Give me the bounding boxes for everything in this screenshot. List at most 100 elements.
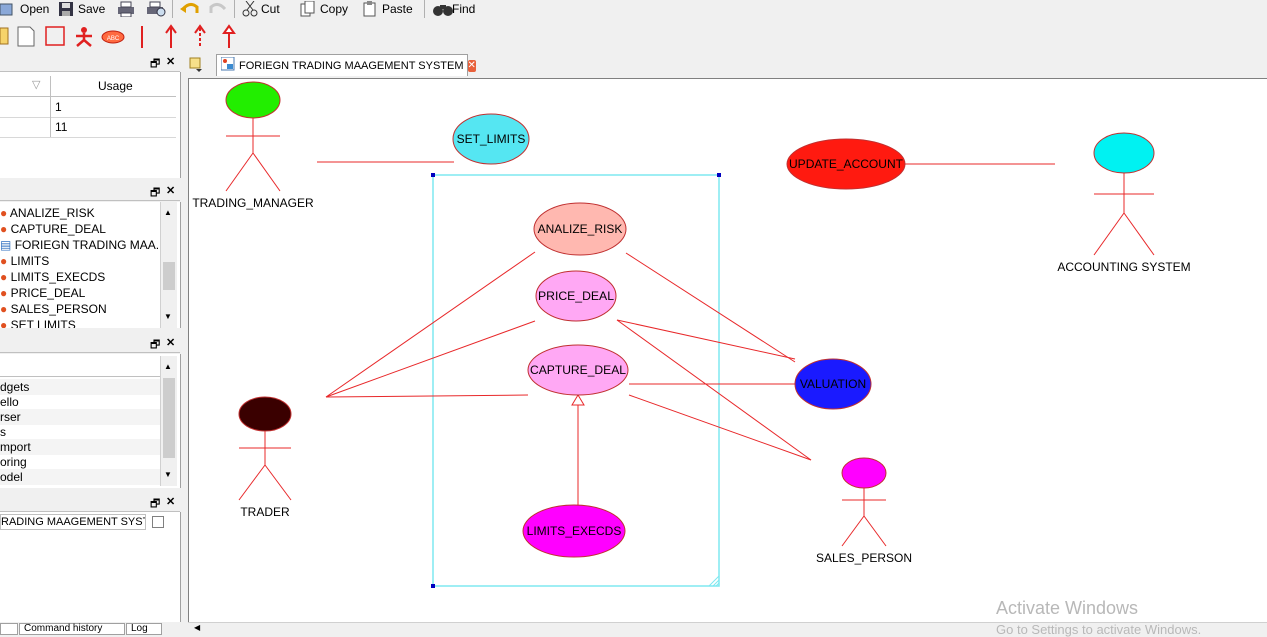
close-icon[interactable]: ✕ [166,495,175,508]
plugins-panel: dgets ello rser s mport oring odel ▲ ▼ [0,354,181,488]
list-item[interactable]: ello [0,394,160,410]
print-preview-button[interactable] [145,0,166,18]
tab-first[interactable] [0,623,18,635]
restore-icon[interactable]: 🗗 [150,184,160,203]
tree-item[interactable]: ● PRICE_DEAL [0,285,85,301]
tree-item[interactable]: ● SALES_PERSON [0,301,107,317]
save-button[interactable]: Save [58,0,105,18]
usage-cell: 1 [55,100,62,114]
paste-icon [362,1,378,17]
close-icon[interactable]: ✕ [166,184,175,197]
tree-item[interactable]: ● ANALIZE_RISK [0,205,95,221]
close-icon[interactable]: ✕ [166,336,175,349]
properties-panel-header: 🗗 ✕ [0,53,180,72]
main-toolbar: Open Save Cut Copy Paste Find [0,0,1267,20]
scroll-up-icon[interactable]: ▲ [164,362,172,371]
table-row[interactable]: 11 [0,117,176,138]
generalization-arrowhead [571,394,585,406]
list-item[interactable]: dgets [0,379,160,395]
cut-label: Cut [261,2,280,16]
scroll-left-icon[interactable]: ◀ [194,623,200,632]
copy-button[interactable]: Copy [300,0,348,18]
usecase-tool-icon[interactable]: ABC [101,30,125,44]
paste-label: Paste [382,2,413,16]
diagram-list-item[interactable]: RADING MAAGEMENT SYSTEM [0,514,146,530]
actor-trader[interactable] [238,396,292,501]
usage-column-header[interactable]: Usage [98,79,133,93]
tree-item[interactable]: ▤ FORIEGN TRADING MAA... [0,237,166,253]
generalization-tool-icon[interactable] [222,24,236,48]
paste-button[interactable]: Paste [362,0,413,18]
undo-button[interactable] [180,0,199,18]
resize-grip-icon[interactable] [708,575,720,587]
boundary-handle[interactable] [431,584,435,588]
list-item[interactable]: oring [0,454,160,470]
tab-diagram[interactable]: FORIEGN TRADING MAAGEMENT SYSTEM ✕ [216,54,476,76]
tab-menu-icon[interactable] [188,56,204,75]
print-preview-icon [145,1,166,17]
tab-command-history[interactable]: Command history [19,623,125,635]
note-tool-icon[interactable] [0,27,9,45]
close-tab-icon[interactable]: ✕ [467,59,476,72]
editor-tab-bar: FORIEGN TRADING MAAGEMENT SYSTEM ✕ [186,52,1267,78]
list-item[interactable]: odel [0,469,160,485]
boundary-handle[interactable] [717,173,721,177]
boundary-tool-icon[interactable] [45,26,65,46]
save-label: Save [78,2,106,16]
scroll-thumb[interactable] [163,262,175,290]
tree-item[interactable]: ● LIMITS_EXECDS [0,269,105,285]
restore-icon[interactable]: 🗗 [150,336,160,355]
tab-title: FORIEGN TRADING MAAGEMENT SYSTEM [239,59,464,72]
actor-label: ACCOUNTING SYSTEM [1057,260,1190,274]
tab-log[interactable]: Log [126,623,162,635]
actor-accounting-system[interactable] [1093,132,1155,256]
close-icon[interactable]: ✕ [166,55,175,68]
binoculars-icon [432,1,453,17]
list-item[interactable]: rser [0,409,160,425]
actor-trading-manager[interactable] [225,81,281,192]
scroll-down-icon[interactable]: ▼ [164,470,172,479]
directed-association-tool-icon[interactable] [165,24,177,48]
open-button[interactable]: Open [0,0,49,18]
usecase-label: VALUATION [800,377,866,391]
vertical-scrollbar[interactable]: ▲ ▼ [160,356,177,486]
association-lines [317,161,1055,505]
properties-panel: ▽ Usage 1 11 [0,72,181,178]
boundary-handle[interactable] [431,173,435,177]
tree-item[interactable]: ● LIMITS [0,253,49,269]
sort-icon[interactable]: ▽ [32,78,40,91]
page-tool-icon[interactable] [17,26,35,47]
scroll-thumb[interactable] [163,378,175,458]
diagrams-panel-header: 🗗 ✕ [0,493,180,512]
actor-sales-person[interactable] [841,457,887,547]
activation-watermark-title: Activate Windows [996,598,1139,618]
diagram-toolbar: ABC [0,22,1267,52]
dependency-tool-icon[interactable] [194,24,206,48]
diagram-canvas[interactable]: SET_LIMITS UPDATE_ACCOUNT ANALIZE_RISK P… [188,78,1267,624]
list-item[interactable]: mport [0,439,160,455]
svg-text:ABC: ABC [107,36,120,42]
usecase-label: SET_LIMITS [457,132,526,146]
scroll-down-icon[interactable]: ▼ [164,312,172,321]
cut-button[interactable]: Cut [241,0,280,18]
list-item[interactable]: s [0,424,160,440]
tree-item[interactable]: ● SET LIMITS [0,317,76,328]
scroll-up-icon[interactable]: ▲ [164,208,172,217]
usecase-label: CAPTURE_DEAL [530,363,626,377]
redo-icon [208,1,227,17]
tree-item[interactable]: ● CAPTURE_DEAL [0,221,106,237]
vertical-scrollbar[interactable]: ▲ ▼ [160,202,177,328]
open-folder-icon [0,1,16,17]
usecase-label: PRICE_DEAL [538,289,614,303]
diagrams-panel: RADING MAAGEMENT SYSTEM [0,512,181,622]
table-row[interactable]: 1 [0,97,176,118]
left-bottom-tabs: Command history Log [0,622,182,635]
diagram-icon [220,56,235,74]
copy-icon [300,0,316,17]
actor-tool-icon[interactable] [76,27,92,47]
print-button[interactable] [116,0,134,18]
find-button[interactable]: Find [432,0,475,18]
diagram-checkbox[interactable] [152,516,164,528]
redo-button[interactable] [208,0,227,18]
usage-cell: 11 [55,120,68,134]
